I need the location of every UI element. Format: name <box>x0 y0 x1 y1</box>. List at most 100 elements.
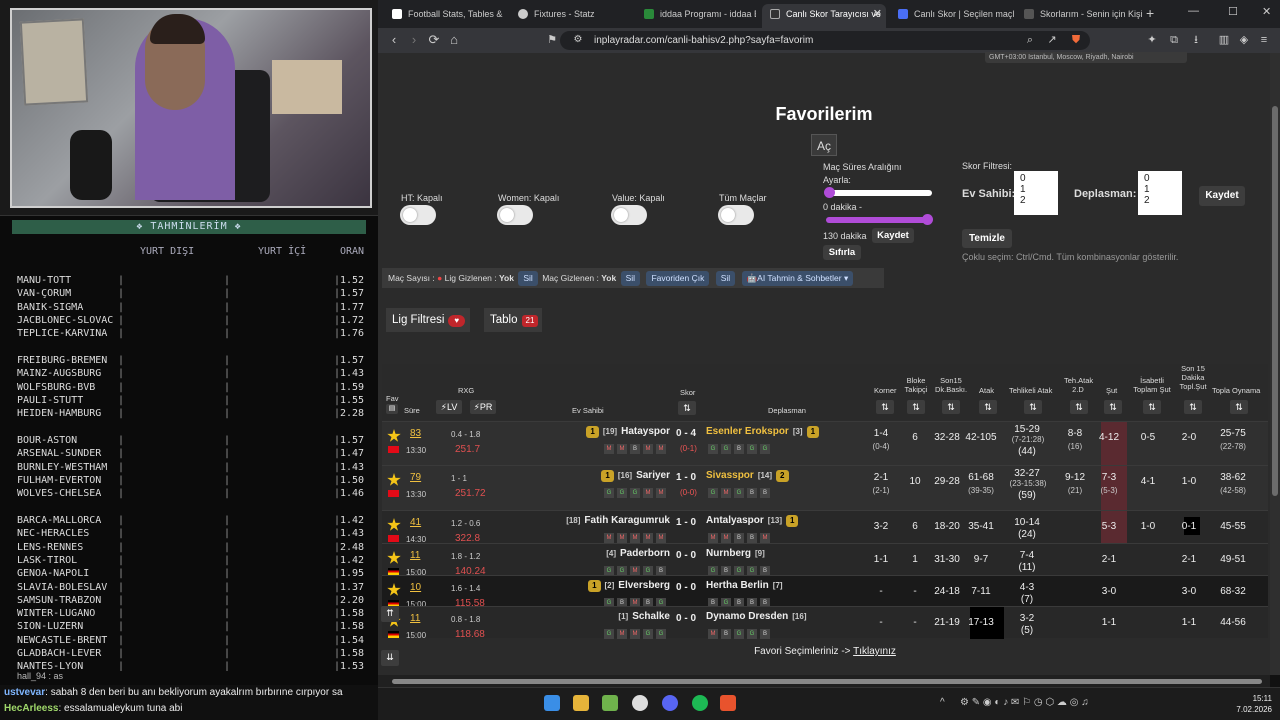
son15-sort-button[interactable]: ⇅ <box>942 400 960 414</box>
tray-icons[interactable]: ⚙ ✎ ◉ ◐ ♪ ✉ ⚐ ◷ ⬡ ☁ ◎ ♫ <box>960 697 1089 708</box>
explorer-icon[interactable] <box>573 695 589 711</box>
sil-mac-button[interactable]: Sil <box>620 271 641 286</box>
minimize-icon[interactable]: — <box>1188 5 1199 17</box>
site-info-icon[interactable]: ⚙ <box>570 30 586 50</box>
match-minute[interactable]: 10 <box>410 582 421 593</box>
download-icon[interactable]: ⭳ <box>1188 30 1204 50</box>
match-minute[interactable]: 79 <box>410 472 421 483</box>
brave-shield-icon[interactable]: ⛊ <box>1068 30 1084 50</box>
korner-sort-button[interactable]: ⇅ <box>876 400 894 414</box>
maximize-icon[interactable]: ☐ <box>1228 5 1238 18</box>
close-tab-icon[interactable]: ✕ <box>873 4 882 24</box>
wallet-icon[interactable]: ◈ <box>1236 30 1252 50</box>
away-team[interactable]: Hertha Berlin [7] <box>706 580 783 591</box>
table-row[interactable]: 11 15:00 1.8 - 1.2 140.24 [4] Paderborn G G M G B 0… <box>382 543 1268 577</box>
sil-fav-button[interactable]: Sil <box>715 271 736 286</box>
brave-icon[interactable] <box>720 695 736 711</box>
max-slider-track[interactable] <box>826 217 930 223</box>
spotify-icon[interactable] <box>692 695 708 711</box>
match-minute[interactable]: 11 <box>410 613 420 624</box>
atak-sort-button[interactable]: ⇅ <box>979 400 997 414</box>
home-icon[interactable]: ⌂ <box>446 30 462 50</box>
skor-sort-button[interactable]: ⇅ <box>678 401 696 415</box>
chrome-icon[interactable] <box>632 695 648 711</box>
favorite-star-icon[interactable] <box>387 429 401 442</box>
forward-icon[interactable]: › <box>406 30 422 50</box>
new-tab-icon[interactable]: + <box>1146 5 1154 21</box>
women-toggle[interactable] <box>497 205 533 225</box>
home-score-listbox[interactable]: 012 <box>1014 171 1058 215</box>
table-row[interactable]: 79 13:30 1 - 1 251.72 1 [16] Sariyer G G G M M 1 - 0… <box>382 465 1268 511</box>
notepad-icon[interactable] <box>602 695 618 711</box>
lig-filtresi-button[interactable]: Lig Filtresi ♥ <box>386 308 470 332</box>
zoom-icon[interactable]: ⌕ <box>1022 30 1038 50</box>
pr-sort-button[interactable]: ⚡PR <box>470 400 496 414</box>
topla-sort-button[interactable]: ⇅ <box>1230 400 1248 414</box>
home-team[interactable]: 1 [16] Sariyer <box>597 470 670 482</box>
home-team[interactable]: 1 [19] Hatayspor <box>582 426 670 438</box>
close-window-icon[interactable]: ✕ <box>1262 5 1271 18</box>
discord-icon[interactable] <box>662 695 678 711</box>
teh2-sort-button[interactable]: ⇅ <box>1070 400 1088 414</box>
sidebar-icon[interactable]: ▥ <box>1216 30 1232 50</box>
share-icon[interactable]: ↗ <box>1044 30 1060 50</box>
value-toggle[interactable] <box>611 205 647 225</box>
tray-arrow-icon[interactable]: ^ <box>940 697 945 708</box>
all-matches-toggle[interactable] <box>718 205 754 225</box>
favorite-star-icon[interactable] <box>387 473 401 486</box>
score-save-button[interactable]: Kaydet <box>1199 186 1245 206</box>
bookmark-icon[interactable]: ⚑ <box>544 30 560 50</box>
horizontal-scroll-thumb[interactable] <box>392 679 1262 684</box>
table-row[interactable]: 11 15:00 0.8 - 1.8 118.68 [1] Schalke G M M G G 0 -… <box>382 606 1268 640</box>
min-slider-track[interactable] <box>826 190 932 196</box>
tehatak-sort-button[interactable]: ⇅ <box>1024 400 1042 414</box>
lv-sort-button[interactable]: ⚡LV <box>436 400 462 414</box>
puzzle-icon[interactable]: ⧉ <box>1166 30 1182 50</box>
match-minute[interactable]: 83 <box>410 428 421 439</box>
favorite-star-icon[interactable] <box>387 583 401 596</box>
tab-skorlarim[interactable]: Skorlarım - Senin için Kişi <box>1016 4 1142 28</box>
sil-lig-button[interactable]: Sil <box>518 271 538 286</box>
scroll-down-button[interactable]: ⇊ <box>381 650 399 666</box>
tab-football-stats[interactable]: Football Stats, Tables & Da <box>384 4 504 28</box>
clear-button[interactable]: Temizle <box>962 229 1012 248</box>
tab-iddaa[interactable]: iddaa Programı - iddaa Bu <box>636 4 756 28</box>
ai-tahmin-dropdown[interactable]: 🤖AI Tahmin & Sohbetler ▾ <box>741 271 854 286</box>
isabet-sort-button[interactable]: ⇅ <box>1143 400 1161 414</box>
min-slider-handle[interactable] <box>824 187 835 198</box>
ac-button[interactable]: Aç <box>811 134 837 156</box>
tab-fixtures[interactable]: Fixtures - Statz <box>510 4 630 28</box>
away-team[interactable]: Esenler Erokspor [3] 1 <box>706 426 820 438</box>
range-save-button[interactable]: Kaydet <box>872 228 914 243</box>
url-input[interactable]: inplayradar.com/canli-bahisv2.php?sayfa=… <box>560 31 1090 50</box>
tab-secilen-maclar[interactable]: Canlı Skor | Seçilen maçlar <box>890 4 1014 28</box>
tab-canli-skor-active[interactable]: Canlı Skor Tarayıcısı ve ✕ <box>762 4 886 28</box>
favorite-star-icon[interactable] <box>387 518 401 531</box>
ht-toggle[interactable] <box>400 205 436 225</box>
table-row[interactable]: 83 13:30 0.4 - 1.8 251.7 1 [19] Hatayspor M M B M M… <box>382 421 1268 466</box>
scroll-up-button[interactable]: ⇈ <box>381 606 399 622</box>
home-team[interactable]: 1 [2] Elversberg <box>584 580 670 592</box>
back-icon[interactable]: ‹ <box>386 30 402 50</box>
away-team[interactable]: Antalyaspor [13] 1 <box>706 515 799 527</box>
table-row[interactable]: 41 14:30 1.2 - 0.6 322.8 [18] Fatih Karagumru… <box>382 510 1268 544</box>
match-minute[interactable]: 11 <box>410 550 420 561</box>
away-team[interactable]: Nurnberg [9] <box>706 548 765 559</box>
blok-sort-button[interactable]: ⇅ <box>907 400 925 414</box>
home-team[interactable]: [1] Schalke <box>618 611 670 622</box>
max-slider-handle[interactable] <box>922 214 933 225</box>
match-minute[interactable]: 41 <box>410 517 421 528</box>
favoriden-cik-button[interactable]: Favoriden Çık <box>646 271 710 286</box>
home-team[interactable]: [18] Fatih Karagumruk <box>566 515 670 526</box>
table-row[interactable]: 10 15:00 1.6 - 1.4 115.58 1 [2] Elversberg G B M B… <box>382 575 1268 609</box>
home-team[interactable]: [4] Paderborn <box>606 548 670 559</box>
away-team[interactable]: Sivasspor [14] 2 <box>706 470 789 482</box>
reload-icon[interactable]: ⟳ <box>426 30 442 50</box>
away-team[interactable]: Dynamo Dresden [16] <box>706 611 806 622</box>
timezone-select[interactable]: GMT+03:00 Istanbul, Moscow, Riyadh, Nair… <box>985 52 1187 63</box>
away-score-listbox[interactable]: 012 <box>1138 171 1182 215</box>
vertical-scroll-thumb[interactable] <box>1272 106 1278 496</box>
start-icon[interactable] <box>544 695 560 711</box>
extension-icon[interactable]: ✦ <box>1144 30 1160 50</box>
tablo-button[interactable]: Tablo 21 <box>484 308 542 332</box>
